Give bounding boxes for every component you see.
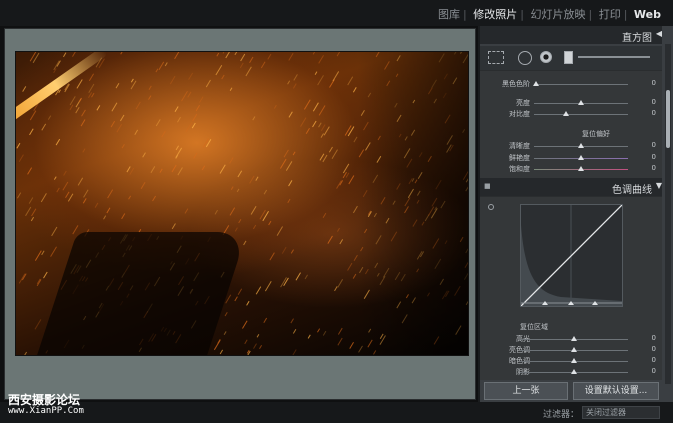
slider-knob[interactable] (533, 81, 539, 86)
slider-row[interactable]: 亮色调 0 (480, 345, 662, 355)
panel-scroll-thumb[interactable] (666, 90, 670, 148)
module-develop[interactable]: 修改照片 (473, 6, 517, 22)
slider-knob[interactable] (578, 155, 584, 160)
slider-label: 亮度 (516, 99, 530, 107)
image-view-area: ▼ (0, 26, 478, 423)
module-library[interactable]: 图库 (438, 6, 460, 22)
photo-preview[interactable] (15, 51, 469, 356)
slider-value: 0 (651, 164, 656, 172)
slider-row[interactable]: 黑色色阶 0 (480, 79, 662, 89)
slider-label: 对比度 (509, 110, 530, 118)
slider-value: 0 (651, 367, 656, 375)
tone-curve-graph[interactable] (520, 204, 623, 307)
slider-row[interactable]: 高光 0 (480, 334, 662, 344)
slider-knob[interactable] (571, 369, 577, 374)
slider-row[interactable]: 清晰度 0 (480, 141, 662, 151)
slider-value: 0 (651, 153, 656, 161)
slider-value: 0 (651, 109, 656, 117)
region-title: 复位区域 (520, 323, 548, 331)
filter-label: 过滤器： (543, 410, 580, 420)
tool-strip (480, 46, 662, 70)
red-eye-icon[interactable] (540, 51, 552, 63)
slider-value: 0 (651, 345, 656, 353)
set-default-button[interactable]: 设置默认设置... (573, 382, 659, 400)
loupe-view[interactable] (4, 28, 476, 400)
slider-row[interactable]: 鲜艳度 0 (480, 153, 662, 163)
slider-label: 饱和度 (509, 165, 530, 173)
slider-knob[interactable] (578, 166, 584, 171)
slider-label: 清晰度 (509, 142, 530, 150)
spot-removal-icon[interactable] (518, 51, 532, 65)
previous-button[interactable]: 上一张 (484, 382, 568, 400)
graduated-filter-icon[interactable] (564, 51, 573, 64)
module-slideshow[interactable]: 幻灯片放映 (530, 6, 585, 22)
slider-knob[interactable] (578, 100, 584, 105)
panel-switch-icon[interactable]: ■ (484, 182, 491, 190)
develop-right-panel: 直方图 ◀ 黑色色阶 0 亮度 0 对比度 0 复位偏好 清晰度 0 鲜艳度 0… (480, 26, 673, 402)
slider-knob[interactable] (578, 143, 584, 148)
slider-value: 0 (651, 79, 656, 87)
collapse-triangle-icon[interactable]: ◀ (656, 29, 662, 38)
module-picker: 图库 | 修改照片 | 幻灯片放映 | 打印 | Web (0, 0, 673, 26)
targeted-adjustment-icon[interactable] (488, 204, 494, 210)
module-list: 图库 | 修改照片 | 幻灯片放映 | 打印 | Web (438, 6, 661, 22)
slider-row[interactable]: 对比度 0 (480, 109, 662, 119)
filter-select[interactable]: 关闭过滤器 (582, 406, 660, 419)
slider-value: 0 (651, 98, 656, 106)
adjustment-brush-slider[interactable] (578, 56, 650, 58)
slider-track[interactable] (534, 114, 628, 115)
slider-knob[interactable] (571, 347, 577, 352)
histogram-header[interactable]: 直方图 ◀ (480, 26, 662, 44)
module-print[interactable]: 打印 (599, 6, 621, 22)
histogram-title: 直方图 (622, 33, 652, 44)
slider-knob[interactable] (571, 336, 577, 341)
slider-knob[interactable] (563, 111, 569, 116)
curve-svg (520, 204, 623, 307)
slider-row[interactable]: 亮度 0 (480, 98, 662, 108)
slider-row[interactable]: 饱和度 0 (480, 164, 662, 174)
slider-value: 0 (651, 141, 656, 149)
filter-bar: 过滤器： 关闭过滤器 (478, 402, 673, 423)
tone-curve-header[interactable]: ■ 色调曲线 ▼ (480, 178, 662, 196)
vignette (358, 52, 468, 355)
slider-track[interactable] (534, 84, 628, 85)
expand-triangle-icon[interactable]: ▼ (656, 181, 662, 190)
slider-row[interactable]: 阴影 0 (480, 367, 662, 377)
slider-value: 0 (651, 356, 656, 364)
slider-label: 黑色色阶 (502, 80, 530, 88)
slider-value: 0 (651, 334, 656, 342)
tone-curve-title: 色调曲线 (612, 185, 652, 196)
presence-title: 复位偏好 (582, 130, 610, 138)
slider-knob[interactable] (571, 358, 577, 363)
module-web[interactable]: Web (634, 8, 661, 21)
slider-row[interactable]: 暗色调 0 (480, 356, 662, 366)
watermark-url: www.XianPP.Com (8, 406, 84, 416)
crop-tool-icon[interactable] (488, 51, 504, 64)
slider-label: 鲜艳度 (509, 154, 530, 162)
